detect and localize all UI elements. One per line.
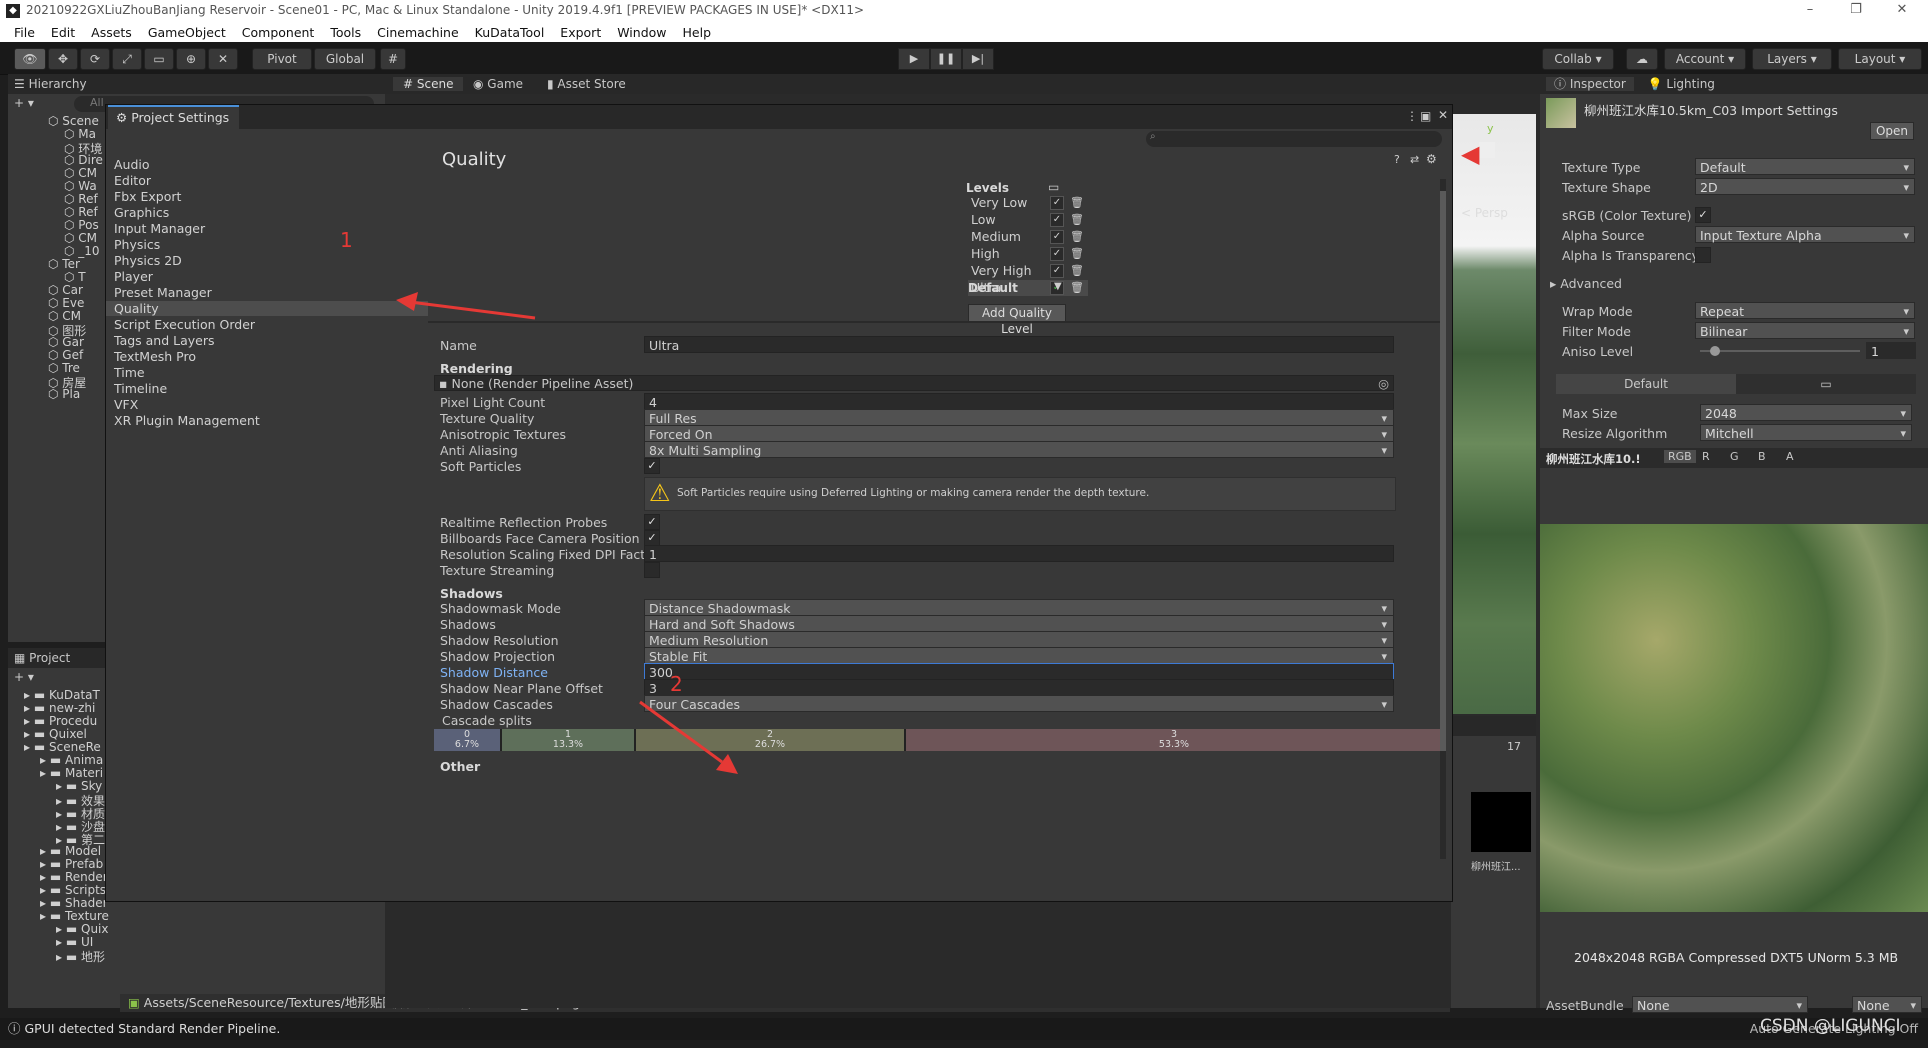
status-bar: ⓘ GPUI detected Standard Render Pipeline… <box>0 1018 1928 1040</box>
open-button[interactable]: Open <box>1870 122 1914 140</box>
tab-inspector-label: Inspector <box>1569 77 1626 91</box>
channel-b[interactable]: B <box>1758 450 1766 463</box>
channel-r[interactable]: R <box>1702 450 1710 463</box>
arrow-1-line <box>409 300 536 320</box>
aniso-level-label: Aniso Level <box>1562 344 1634 359</box>
alpha-source-dropdown[interactable]: Input Texture Alpha <box>1695 226 1915 244</box>
aniso-level-field[interactable]: 1 <box>1866 342 1916 359</box>
texture-icon <box>1546 98 1576 128</box>
filter-mode-label: Filter Mode <box>1562 324 1631 339</box>
srgb-checkbox[interactable]: ✓ <box>1695 207 1711 223</box>
assetbundle-dropdown[interactable]: None <box>1632 996 1808 1014</box>
advanced-label: Advanced <box>1560 276 1622 291</box>
assetbundle-variant-dropdown[interactable]: None <box>1852 996 1922 1014</box>
platform-tab-standalone-icon[interactable]: ▭ <box>1736 374 1916 394</box>
alpha-source-label: Alpha Source <box>1562 228 1645 243</box>
preview-name: 柳州班江水库10.! <box>1546 452 1641 466</box>
channel-rgb[interactable]: RGB <box>1664 450 1696 463</box>
channel-g[interactable]: G <box>1730 450 1739 463</box>
srgb-label: sRGB (Color Texture) <box>1562 208 1692 223</box>
filter-mode-dropdown[interactable]: Bilinear <box>1695 322 1915 340</box>
max-size-dropdown[interactable]: 2048 <box>1700 404 1912 422</box>
arrow-2-line <box>639 700 723 764</box>
inspector-title: 柳州班江水库10.5km_C03 Import Settings <box>1584 103 1838 118</box>
alpha-transparency-checkbox[interactable] <box>1695 247 1711 263</box>
resize-algorithm-label: Resize Algorithm <box>1562 426 1668 441</box>
texture-info: 2048x2048 RGBA Compressed DXT5 UNorm 5.3… <box>1574 950 1899 965</box>
watermark: CSDN @LIGUNCI <box>1760 1016 1901 1036</box>
texture-type-dropdown[interactable]: Default <box>1695 158 1915 176</box>
arrow-2-head <box>716 754 738 774</box>
aniso-slider-handle[interactable] <box>1710 346 1720 356</box>
info-icon: ⓘ <box>8 1021 21 1036</box>
channel-a[interactable]: A <box>1786 450 1794 463</box>
wrap-mode-label: Wrap Mode <box>1562 304 1633 319</box>
tab-inspector[interactable]: ⓘ Inspector <box>1546 77 1634 91</box>
texture-shape-label: Texture Shape <box>1562 180 1651 195</box>
advanced-foldout[interactable]: ▸ Advanced <box>1550 276 1622 291</box>
inspector-panel: ⓘ Inspector 💡 Lighting 柳州班江水库10.5km_C03 … <box>1540 74 1928 1014</box>
wrap-mode-dropdown[interactable]: Repeat <box>1695 302 1915 320</box>
platform-tabs: Default ▭ <box>1556 374 1916 394</box>
texture-preview <box>1540 524 1928 912</box>
texture-type-label: Texture Type <box>1562 160 1641 175</box>
aniso-slider[interactable] <box>1700 346 1860 356</box>
texture-shape-dropdown[interactable]: 2D <box>1695 178 1915 196</box>
preview-header: 柳州班江水库10.! RGB R G B A <box>1540 448 1928 468</box>
tab-lighting[interactable]: 💡 Lighting <box>1648 77 1715 91</box>
max-size-label: Max Size <box>1562 406 1618 421</box>
tab-lighting-label: Lighting <box>1666 77 1715 91</box>
resize-algorithm-dropdown[interactable]: Mitchell <box>1700 424 1912 442</box>
platform-tab-default[interactable]: Default <box>1556 374 1736 394</box>
inspector-tab-bar: ⓘ Inspector 💡 Lighting <box>1540 74 1928 94</box>
arrow-1-head <box>396 292 418 311</box>
assetbundle-label: AssetBundle <box>1546 998 1624 1013</box>
alpha-transparency-label: Alpha Is Transparency <box>1562 248 1700 263</box>
status-text: GPUI detected Standard Render Pipeline. <box>24 1021 281 1036</box>
